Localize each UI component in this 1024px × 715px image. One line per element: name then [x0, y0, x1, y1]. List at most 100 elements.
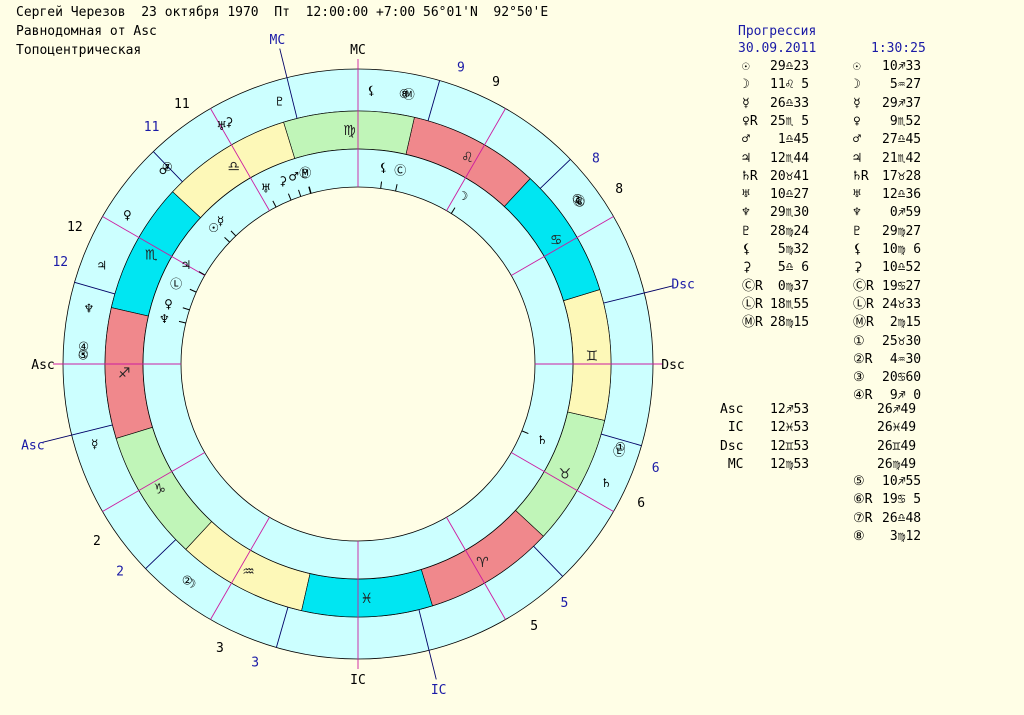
progressed-planet-glyph: ⚳: [225, 115, 234, 129]
progressed-position-glyph: ②R: [853, 351, 873, 367]
natal-planet-glyph: ☽: [457, 189, 468, 203]
natal-position-glyph: ⒸR: [742, 278, 763, 294]
natal-position-value: 10♎27: [770, 187, 810, 203]
progressed-position-glyph: ♄R: [853, 168, 869, 184]
natal-planet-glyph: ♅: [261, 182, 272, 196]
natal-planet-glyph: ♃: [181, 258, 192, 272]
natal-position-glyph: ☿: [742, 95, 750, 111]
natal-position-value: 0♍37: [770, 278, 810, 294]
progressed-planet-glyph: ⑦: [162, 160, 173, 174]
progressed-position-value: 0♐59: [882, 205, 922, 221]
progressed-position-glyph: ⒸR: [853, 278, 874, 294]
angle-progressed-value: 26♓49: [877, 420, 917, 436]
progressed-house-label: 12: [52, 255, 68, 270]
progressed-position-glyph: ⚸: [853, 242, 863, 257]
natal-position-glyph: ♃: [742, 150, 750, 166]
progressed-house-label: 3: [251, 656, 259, 671]
natal-planet-glyph: ♀: [164, 297, 173, 311]
progressed-position-glyph: ♃: [853, 150, 861, 166]
astrology-wheel[interactable]: ♈ ♉ ♊ ♋ ♌ ♍ ♎ ♏ ♐ ♑ ♒ ♓ Asc 2 3 IC 5 6 Dsc 8 9 MC 11 12 Asc 2 3 IC 5…: [0, 0, 715, 715]
progressed-position-glyph: ⚳: [853, 260, 863, 276]
extra-point-value: 26♎48: [882, 510, 922, 526]
progressed-position-value: 20♋60: [882, 370, 922, 386]
progressed-planet-glyph: ♀: [123, 208, 132, 222]
progressed-position-value: 27♎45: [882, 132, 922, 148]
progressed-position-value: 12♎36: [882, 187, 922, 203]
natal-planet-glyph: ⚳: [278, 174, 287, 188]
natal-position-value: 26♎33: [770, 95, 810, 111]
natal-position-value: 11♌ 5: [770, 77, 810, 93]
zodiac-sign-glyph: ♌: [461, 150, 474, 166]
angle-label: IC: [720, 420, 744, 436]
progressed-planet-glyph: ♄: [601, 476, 612, 490]
natal-planet-glyph: ♆: [159, 312, 170, 326]
progression-time: 1:30:25: [871, 41, 926, 56]
progressed-house-label: IC: [431, 683, 447, 698]
progressed-position-value: 10♎52: [882, 260, 922, 276]
progressed-planet-glyph: ☿: [91, 437, 98, 451]
natal-position-value: 25♏ 5: [770, 113, 810, 129]
progressed-position-glyph: ♀: [853, 113, 861, 129]
progressed-position-value: 19♋27: [882, 278, 922, 294]
natal-house-label: 6: [637, 496, 645, 511]
natal-house-label: 8: [615, 182, 623, 197]
zodiac-sign-glyph: ♋: [550, 233, 563, 249]
zodiac-sign-glyph: ♐: [118, 366, 131, 382]
angle-natal-value: 12♐53: [770, 402, 810, 417]
angle-label: MC: [720, 456, 744, 472]
progressed-house-label: 6: [652, 461, 660, 476]
natal-position-glyph: ♄R: [742, 168, 758, 184]
angle-progressed-value: 26♍49: [877, 456, 917, 472]
progressed-position-value: 24♉33: [882, 296, 922, 312]
angle-natal-value: 12♊53: [770, 438, 810, 454]
progressed-position-glyph: ⓁR: [853, 296, 874, 312]
angle-label: Asc: [720, 402, 744, 417]
natal-planet-glyph: Ⓜ: [299, 166, 311, 180]
progressed-house-label: MC: [270, 33, 286, 48]
progressed-position-value: 29♍27: [882, 223, 922, 239]
natal-position-value: 29♎23: [770, 59, 810, 74]
angle-natal-value: 12♍53: [770, 456, 810, 472]
natal-planet-glyph: ♄: [537, 433, 548, 447]
progressed-planet-glyph: ♇: [274, 94, 285, 108]
progressed-planet-glyph: ⑧: [399, 87, 410, 101]
zodiac-sign-glyph: ♎: [227, 159, 240, 175]
progressed-house-label: 5: [560, 596, 568, 611]
progressed-position-glyph: ①: [853, 333, 865, 349]
progressed-planet-glyph: ⑥: [575, 196, 586, 210]
progressed-position-value: 5♒27: [882, 77, 922, 93]
natal-house-label: Dsc: [661, 358, 684, 373]
natal-position-value: 29♏30: [770, 205, 810, 221]
progression-title: Прогрессия: [738, 24, 817, 39]
progressed-position-value: 4♒30: [882, 351, 922, 367]
zodiac-sign-glyph: ♏: [145, 248, 158, 264]
natal-house-label: MC: [350, 43, 366, 58]
progressed-planet-glyph: ①: [615, 440, 626, 454]
natal-position-glyph: ♀R: [742, 113, 758, 129]
natal-position-value: 28♍15: [770, 315, 810, 331]
natal-planet-glyph: ⚸: [379, 161, 388, 175]
natal-position-glyph: ⚸: [742, 242, 752, 257]
progressed-position-glyph: ♅: [853, 187, 861, 203]
progressed-position-value: 17♉28: [882, 168, 922, 184]
natal-position-value: 12♏44: [770, 150, 810, 166]
inner-circle: [180, 186, 536, 542]
natal-planet-glyph: Ⓛ: [170, 277, 182, 291]
extra-point-value: 3♍12: [882, 528, 922, 544]
extra-point-glyph: ⑤: [853, 474, 865, 489]
progressed-position-glyph: ♆: [853, 205, 861, 221]
natal-house-label: Asc: [31, 358, 54, 373]
natal-position-value: 5♎ 6: [770, 260, 810, 276]
extra-point-glyph: ⑧: [853, 528, 865, 544]
natal-position-value: 20♉41: [770, 168, 810, 184]
natal-house-label: 2: [93, 534, 101, 549]
extra-point-value: 19♋ 5: [882, 492, 922, 508]
natal-house-label: 3: [216, 641, 224, 656]
natal-position-glyph: ♅: [742, 187, 750, 203]
zodiac-sign-glyph: ♒: [242, 564, 255, 580]
progressed-house-label: 11: [144, 120, 160, 135]
natal-position-glyph: ⚳: [742, 260, 752, 276]
zodiac-sign-glyph: ♍: [343, 123, 356, 139]
progressed-position-glyph: ♇: [853, 223, 861, 239]
extra-point-value: 10♐55: [882, 474, 922, 489]
